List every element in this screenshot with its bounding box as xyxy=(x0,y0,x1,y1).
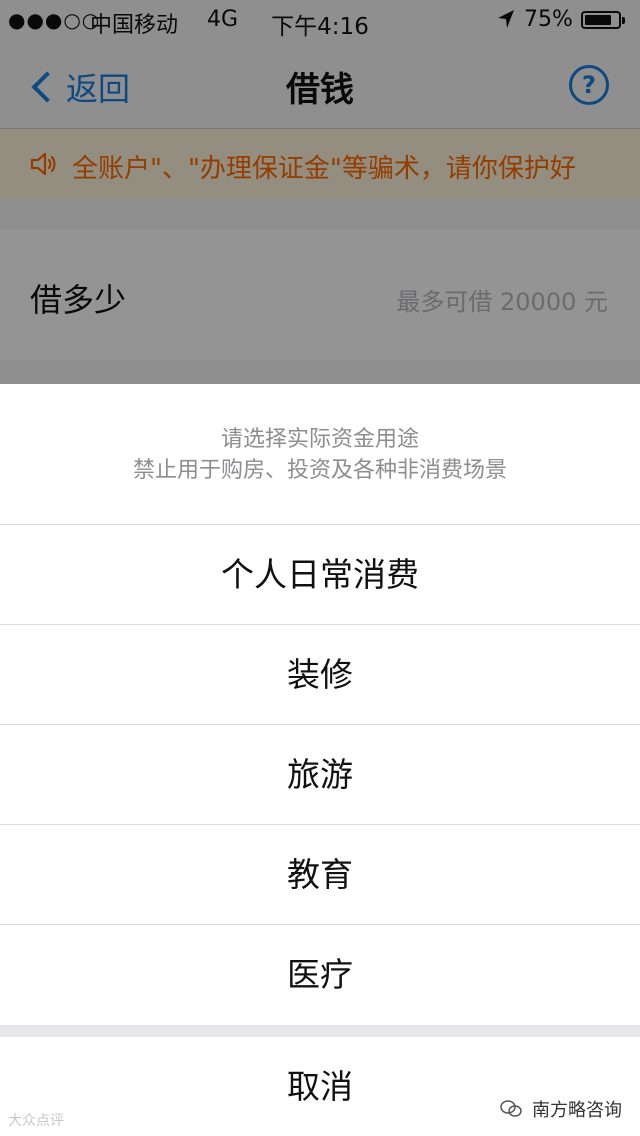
option-renovation[interactable]: 装修 xyxy=(0,625,640,725)
option-travel[interactable]: 旅游 xyxy=(0,725,640,825)
watermark-right-text: 南方略咨询 xyxy=(532,1100,622,1121)
watermark-right: 南方略咨询 xyxy=(500,1096,622,1122)
sheet-header-subtitle: 禁止用于购房、投资及各种非消费场景 xyxy=(132,458,507,483)
watermark-left: 大众点评 xyxy=(8,1113,64,1129)
purpose-action-sheet: 请选择实际资金用途 禁止用于购房、投资及各种非消费场景 个人日常消费 装修 旅游… xyxy=(0,384,640,1136)
sheet-header: 请选择实际资金用途 禁止用于购房、投资及各种非消费场景 xyxy=(0,384,640,525)
option-daily-consumption[interactable]: 个人日常消费 xyxy=(0,525,640,625)
sheet-separator xyxy=(0,1025,640,1037)
sheet-header-title: 请选择实际资金用途 xyxy=(220,427,419,452)
option-medical[interactable]: 医疗 xyxy=(0,925,640,1024)
wechat-icon xyxy=(500,1100,522,1117)
option-education[interactable]: 教育 xyxy=(0,825,640,925)
